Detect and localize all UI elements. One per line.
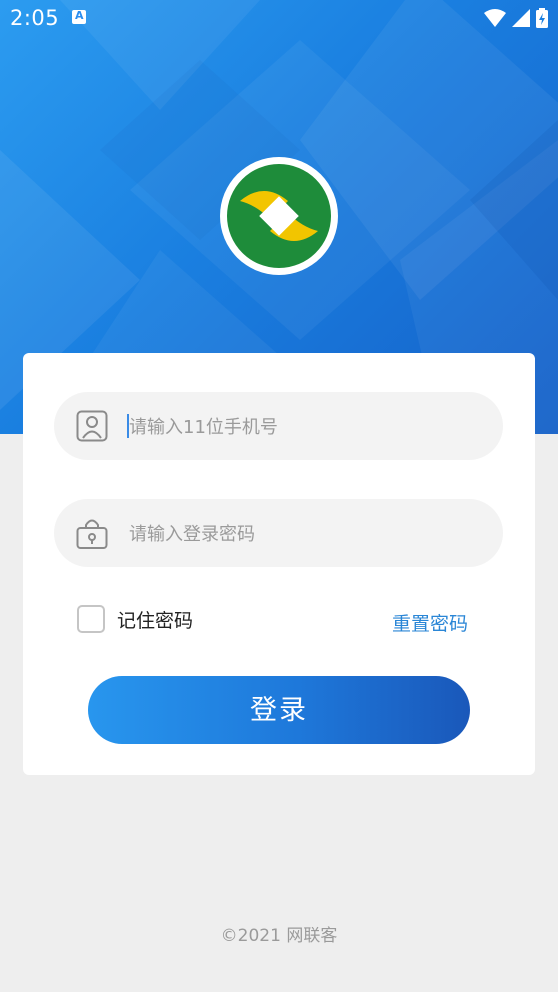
status-bar: 2:05 [0, 0, 558, 38]
status-icons [484, 8, 548, 28]
remember-checkbox[interactable] [77, 605, 105, 633]
signal-icon [512, 9, 530, 27]
password-field[interactable] [54, 499, 503, 567]
remember-password[interactable]: 记住密码 [77, 605, 193, 633]
reset-password-link[interactable]: 重置密码 [392, 609, 468, 636]
text-cursor [127, 414, 129, 438]
login-button[interactable]: 登录 [88, 676, 470, 744]
notification-a-icon [72, 9, 86, 24]
user-icon [76, 410, 108, 442]
status-time: 2:05 [10, 6, 60, 30]
copyright-text: ©2021 网联客 [220, 926, 338, 946]
battery-icon [536, 8, 548, 28]
wifi-icon [484, 9, 506, 27]
app-logo [220, 157, 338, 275]
phone-field[interactable] [54, 392, 503, 460]
remember-label: 记住密码 [117, 609, 194, 632]
login-card: 记住密码 重置密码 登录 [23, 353, 535, 775]
password-input[interactable] [127, 513, 481, 555]
lock-icon [76, 519, 108, 549]
phone-input[interactable] [127, 406, 481, 448]
